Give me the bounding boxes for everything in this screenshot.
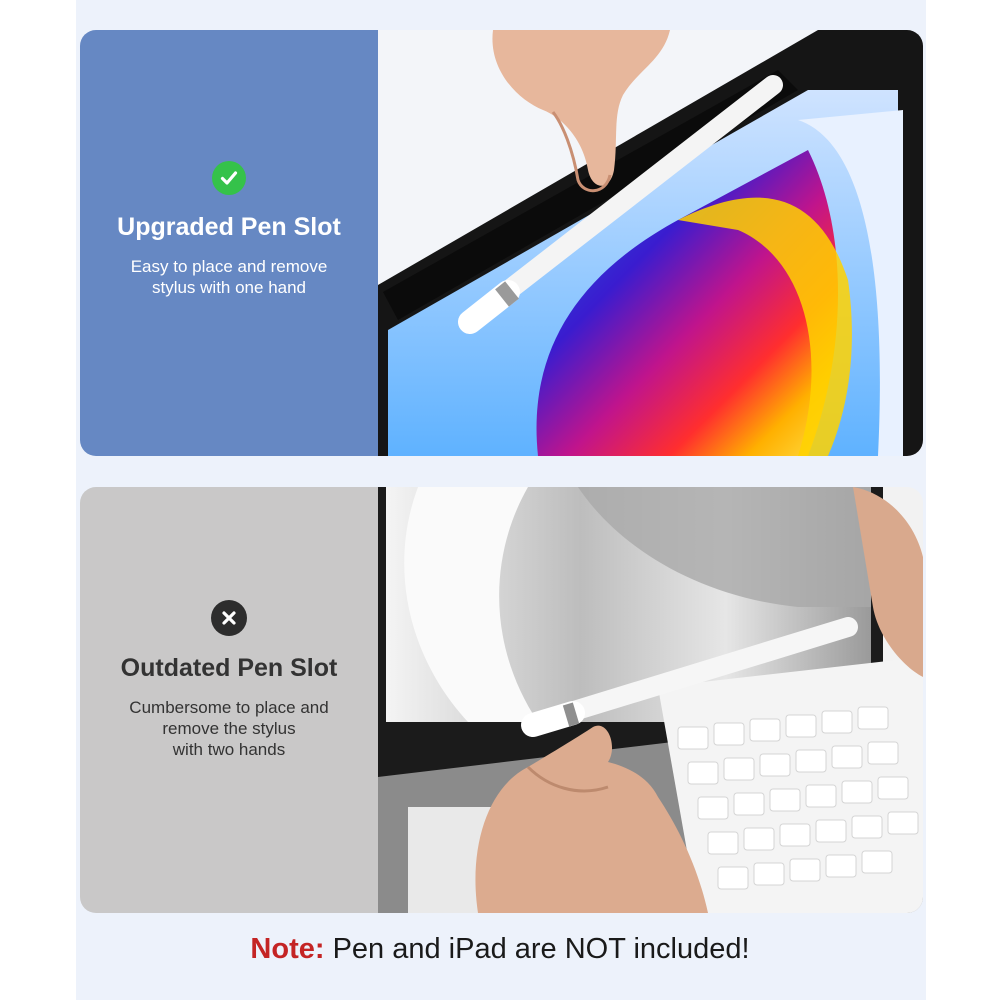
upgraded-product-photo <box>378 30 923 456</box>
upgraded-pen-slot-card: Upgraded Pen Slot Easy to place and remo… <box>80 30 923 456</box>
outdated-title: Outdated Pen Slot <box>120 654 338 682</box>
outdated-pen-slot-card: Outdated Pen Slot Cumbersome to place an… <box>80 487 923 913</box>
upgraded-description: Easy to place and remove stylus with one… <box>130 256 328 297</box>
outdated-description: Cumbersome to place and remove the stylu… <box>129 698 329 759</box>
outdated-text-panel: Outdated Pen Slot Cumbersome to place an… <box>80 487 378 913</box>
x-circle-icon <box>211 600 247 636</box>
note-text: Pen and iPad are NOT included! <box>324 933 750 965</box>
check-circle-icon <box>212 160 246 195</box>
upgraded-text-panel: Upgraded Pen Slot Easy to place and remo… <box>80 30 378 456</box>
note-label: Note: <box>250 933 325 965</box>
upgraded-title: Upgraded Pen Slot <box>117 212 341 241</box>
disclaimer-note: Note: Pen and iPad are NOT included! <box>0 933 1000 966</box>
outdated-product-photo <box>378 487 923 913</box>
